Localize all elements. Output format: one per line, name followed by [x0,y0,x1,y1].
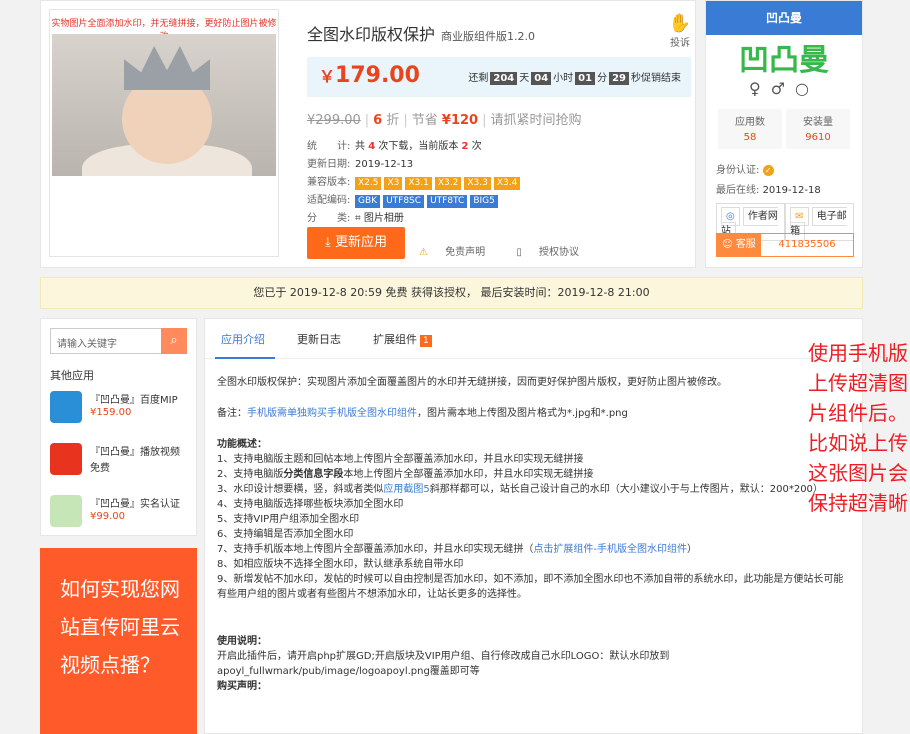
category-row: 分 类: ⌗ 图片相册 [307,213,404,224]
mip-app-icon [50,391,82,423]
tab-extensions[interactable]: 扩展组件 1 [373,331,432,347]
developer-logo[interactable]: 凹凸曼 ♀♂○ [726,41,842,103]
video-app-icon [50,443,82,475]
tab-bar: 应用介绍 更新日志 扩展组件 1 [205,319,862,359]
red-annotation: 使用手机版上传超清图片组件后。比如说上传这张图片会保持超清晰 [808,341,908,515]
product-version: 商业版组件版1.2.0 [441,30,536,43]
screenshot-link[interactable]: 应用截图5 [383,484,429,495]
developer-stats: 应用数 58 安装量 9610 [716,109,852,149]
warning-icon: ⚠ [419,247,428,258]
tab-intro[interactable]: 应用介绍 [221,331,265,347]
search-icon[interactable]: ⌕ [161,328,187,354]
tag-icon: ⌗ [355,213,361,224]
other-app-item[interactable]: 『凹凸曼』百度MIP ¥159.00 [50,389,190,429]
mobile-version-link[interactable]: 手机版需单独购买手机版全图水印组件 [247,408,417,419]
license-link[interactable]: ▯ 授权协议 [516,247,593,258]
penguin-icon: ☺ [722,239,733,250]
qq-label: ☺ 客服 [717,234,761,256]
other-apps-title: 其他应用 [50,369,94,382]
disclaimer-link[interactable]: ⚠ 免责声明 [419,247,499,258]
hand-icon: ✋ [668,13,692,34]
last-online-row: 最后在线: 2019-12-18 [716,185,821,196]
main-content: 应用介绍 更新日志 扩展组件 1 全图水印版权保护：实现图片添加全面覆盖图片的水印… [204,318,863,734]
document-icon: ▯ [516,247,522,258]
updated-row: 更新日期: 2019-12-13 [307,159,414,170]
developer-card: 凹凸曼 凹凸曼 ♀♂○ 应用数 58 安装量 9610 身份认证: ✓ 最后在线: … [705,0,863,268]
tab-badge: 1 [420,335,432,347]
sidebar: 请输入关键字 ⌕ 其他应用 『凹凸曼』百度MIP ¥159.00 『凹凸曼』播放… [40,318,197,536]
search-box: 请输入关键字 ⌕ [50,328,187,354]
intro-content: 全图水印版权保护：实现图片添加全面覆盖图片的水印并无缝拼接，因而更好保护图片版权… [217,377,844,692]
update-app-button[interactable]: ⤓ 更新应用 [307,227,405,259]
discount-line: ¥299.00 | 6 折 | 节省 ¥120 | 请抓紧时间抢购 [307,113,582,128]
verified-icon: ✓ [762,165,774,176]
baby-photo [52,34,276,176]
encoding-row: 适配编码: GBK UTF8SC UTF8TC BIG5 [307,191,687,208]
product-links: ⚠ 免责声明 ▯ 授权协议 [419,243,607,258]
original-price: ¥299.00 [307,113,361,128]
download-icon: ⤓ [325,235,331,250]
developer-name[interactable]: 凹凸曼 [706,1,862,35]
price-box: ￥179.00 还剩 204 天 04 小时 01 分 29 秒促销结束 [307,57,691,97]
other-app-item[interactable]: 『凹凸曼』播放视频 免费 [50,441,190,481]
compat-row: 兼容版本: X2.5 X3 X3.1 X3.2 X3.3 X3.4 [307,173,687,190]
stats-row: 统 计: 共 4 次下载，当前版本 2 次 [307,141,482,152]
countdown: 还剩 204 天 04 小时 01 分 29 秒促销结束 [468,72,681,85]
promo-banner[interactable]: 如何实现您网站直传阿里云视频点播？ [40,548,197,734]
qq-service[interactable]: ☺ 客服 411835506 [716,233,854,257]
auth-row: 身份认证: ✓ [716,161,774,176]
price: ￥179.00 [319,63,420,88]
search-input[interactable]: 请输入关键字 [57,335,117,350]
active-tab-indicator [215,357,275,359]
category-link[interactable]: 图片相册 [364,213,404,224]
other-app-item[interactable]: 『凹凸曼』实名认证 ¥99.00 [50,493,190,533]
tab-changelog[interactable]: 更新日志 [297,331,341,347]
product-title: 全图水印版权保护 商业版组件版1.2.0 [307,25,536,44]
report-button[interactable]: ✋ 投诉 [665,13,695,49]
extension-link[interactable]: 点击扩展组件-手机版全图水印组件 [533,544,687,555]
product-thumbnail[interactable]: 实物图片全面添加水印，并无缝拼接，更好防止图片被修改 [49,9,279,257]
license-notice: 您已于 2019-12-8 20:59 免费 获得该授权， 最后安装时间：201… [40,277,863,309]
product-card: 实物图片全面添加水印，并无缝拼接，更好防止图片被修改 全图水印版权保护商业版组件… [40,0,696,268]
qq-number: 411835506 [778,239,836,250]
verify-app-icon [50,495,82,527]
